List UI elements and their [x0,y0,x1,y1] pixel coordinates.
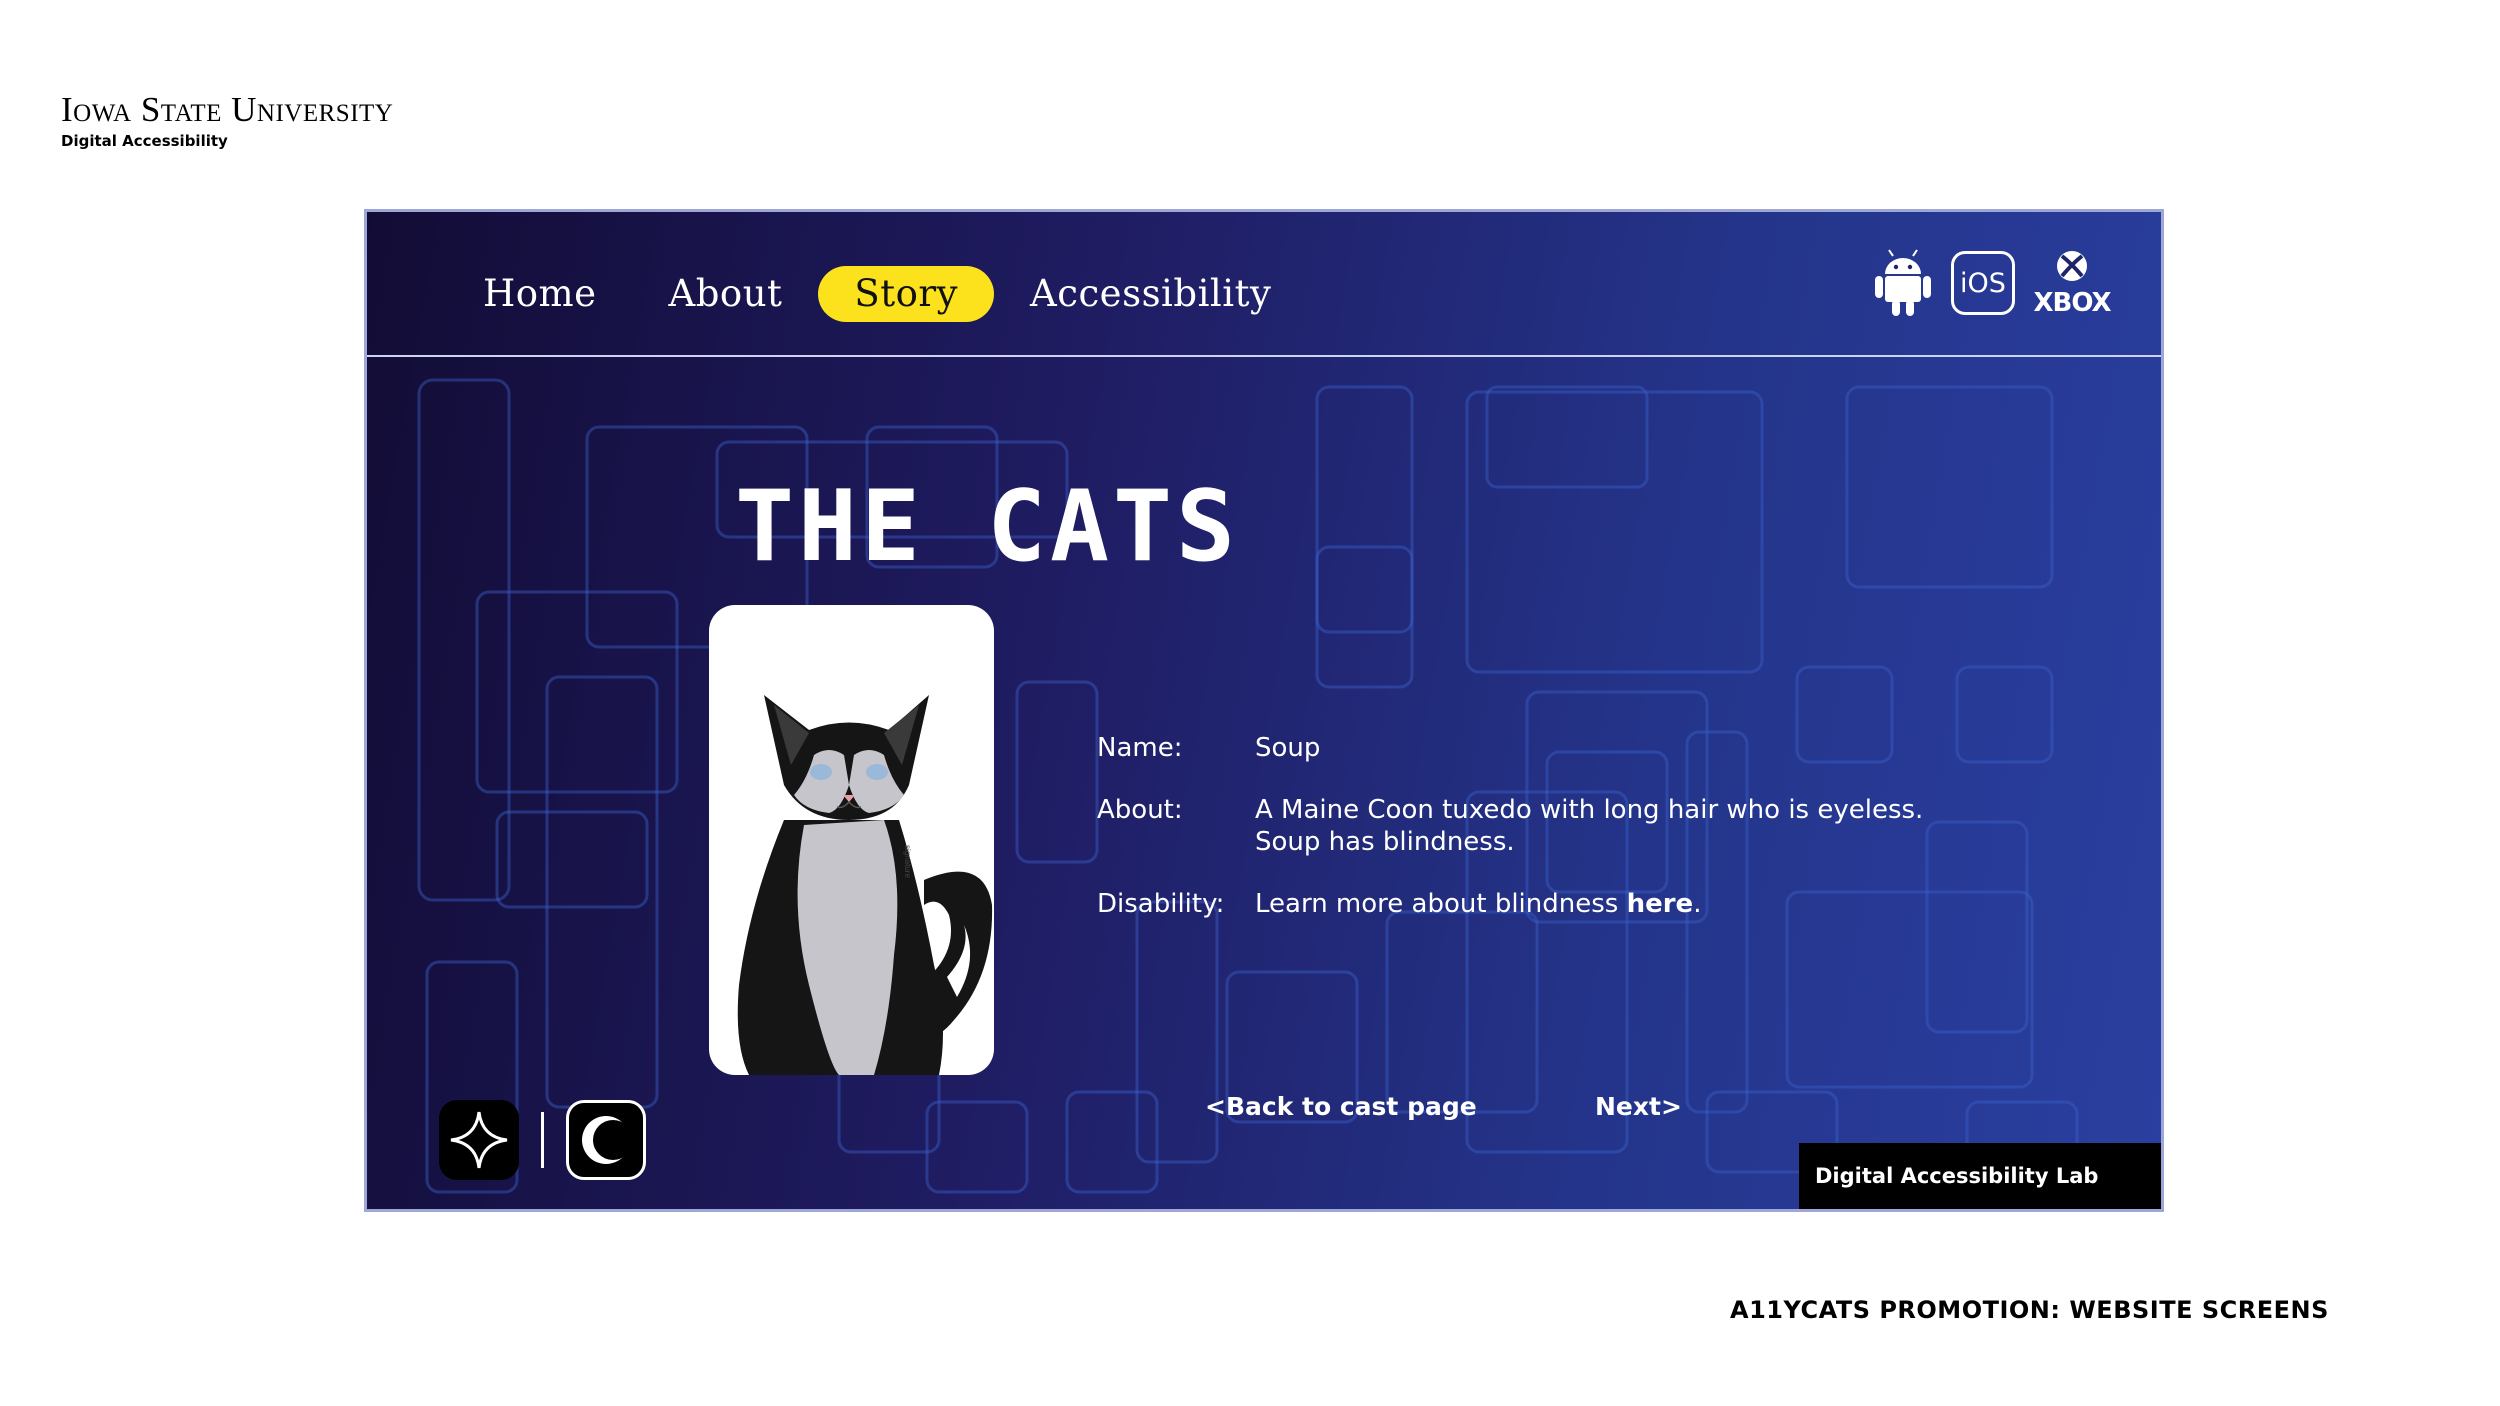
page-title: THE CATS [735,470,1240,584]
blindness-link[interactable]: here [1627,889,1694,919]
ios-icon[interactable]: iOS [1951,251,2015,315]
xbox-logo-icon [2057,251,2087,281]
cat-illustration: signature [737,695,993,1075]
about-label: About: [1097,795,1183,825]
nav-story[interactable]: Story [818,266,995,322]
university-logo: Iowa State University Digital Accessibil… [61,90,394,151]
sparkle-button[interactable] [439,1100,519,1180]
toggle-divider [541,1112,544,1168]
nav-about[interactable]: About [633,266,819,322]
next-link[interactable]: Next> [1595,1092,1682,1121]
ios-label: iOS [1960,267,2006,299]
info-row-about: About: A Maine Coon tuxedo with long hai… [1097,794,1955,858]
name-value: Soup [1255,733,1321,763]
about-value: A Maine Coon tuxedo with long hair who i… [1255,795,1924,857]
info-row-name: Name: Soup [1097,732,1955,764]
nav-accessibility[interactable]: Accessibility [994,266,1307,322]
top-navigation: Home About Story Accessibility iOS XBOX [367,212,2161,357]
cat-info: Name: Soup About: A Maine Coon tuxedo wi… [1097,732,1955,950]
info-row-disability: Disability: Learn more about blindness h… [1097,888,1955,920]
nav-home[interactable]: Home [447,266,633,322]
display-toggles [439,1100,646,1180]
theme-toggle-button[interactable] [566,1100,646,1180]
cat-portrait: signature [709,605,994,1075]
name-label: Name: [1097,733,1183,763]
xbox-icon[interactable]: XBOX [2033,248,2112,318]
disability-text: Learn more about blindness [1255,889,1627,919]
xbox-label: XBOX [2033,288,2111,318]
platform-links: iOS XBOX [1873,248,2112,318]
maze-background [417,378,2079,1194]
android-icon[interactable] [1873,248,1933,318]
disability-label: Disability: [1097,889,1225,919]
svg-text:signature: signature [903,845,912,878]
moon-icon [582,1116,633,1164]
lab-badge: Digital Accessibility Lab [1799,1143,2161,1209]
disability-end: . [1693,889,1702,919]
slide-caption: A11YCATS PROMOTION: WEBSITE SCREENS [1730,1296,2329,1324]
department-name: Digital Accessibility [61,132,228,150]
university-name: Iowa State University [61,90,394,129]
website-screen: Home About Story Accessibility iOS XBOX … [364,209,2164,1212]
back-to-cast-link[interactable]: <Back to cast page [1205,1092,1477,1121]
disability-value: Learn more about blindness here. [1255,888,1955,920]
sparkle-icon [450,1111,508,1169]
nav-links: Home About Story Accessibility [447,266,1307,322]
